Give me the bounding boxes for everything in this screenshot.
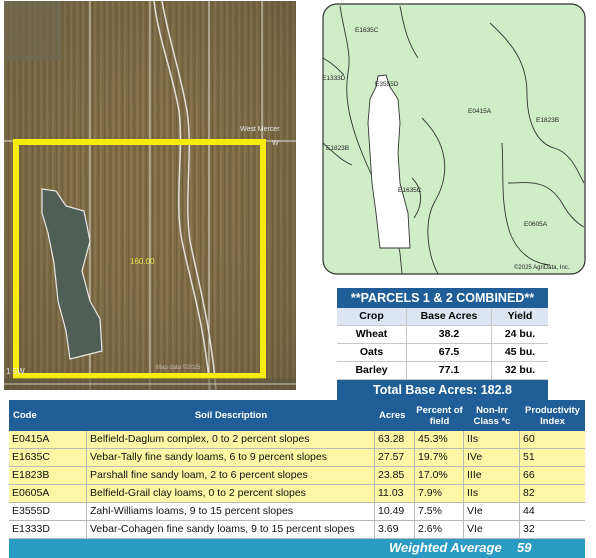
cell-code: E0605A xyxy=(9,485,87,502)
cell-class: IIs xyxy=(464,485,520,502)
cell-index: 32 xyxy=(523,523,535,535)
crop-table: **PARCELS 1 & 2 COMBINED** Crop Base Acr… xyxy=(337,288,548,400)
cell-description: Belfield-Daglum complex, 0 to 2 percent … xyxy=(87,431,375,448)
crop-cell: Wheat xyxy=(337,326,407,344)
table-row: E3555D Zahl-Williams loams, 9 to 15 perc… xyxy=(9,503,585,521)
crop-cell: 32 bu. xyxy=(492,362,548,380)
soil-label: E0415A xyxy=(468,108,492,115)
soil-map: E1635C E1333D E3555D E0415A E1823B E1823… xyxy=(322,3,586,275)
cell-acres: 23.85 xyxy=(375,467,415,484)
table-row: E1823B Parshall fine sandy loam, 2 to 6 … xyxy=(9,467,585,485)
cell-acres: 3.69 xyxy=(375,521,415,538)
cell-percent: 7.9% xyxy=(415,485,464,502)
total-base-acres: Total Base Acres: 182.8 xyxy=(337,380,548,400)
weighted-average-row: Weighted Average 59 xyxy=(9,539,585,558)
cell-percent: 7.5% xyxy=(415,503,464,520)
soil-table-header: Code Soil Description Acres Percent of f… xyxy=(9,400,585,431)
cell-class: IIs xyxy=(464,431,520,448)
crop-header-base-acres: Base Acres xyxy=(407,308,492,326)
table-row: E1635C Vebar-Tally fine sandy loams, 6 t… xyxy=(9,449,585,467)
cell-index: 82 xyxy=(523,487,535,499)
soil-label: E1333D xyxy=(322,75,346,82)
corner-label: 1 5W xyxy=(6,367,25,376)
crop-table-title: **PARCELS 1 & 2 COMBINED** xyxy=(337,288,548,308)
soil-table: Code Soil Description Acres Percent of f… xyxy=(9,400,585,558)
aerial-photo: West Mercer W 160.00 1 5W Map data ©2025 xyxy=(4,1,296,390)
cell-acres: 27.57 xyxy=(375,449,415,466)
soil-label: E1635C xyxy=(398,187,422,194)
acres-label: 160.00 xyxy=(130,257,155,266)
soil-label: E1635C xyxy=(355,27,379,34)
map-copyright: ©2025 AgriData, Inc. xyxy=(514,265,570,271)
cell-code: E1823B xyxy=(9,467,87,484)
cell-code: E0415A xyxy=(9,431,87,448)
cell-description: Parshall fine sandy loam, 2 to 6 percent… xyxy=(87,467,375,484)
cell-acres: 63.28 xyxy=(375,431,415,448)
soil-label: E1823B xyxy=(326,145,350,152)
cell-index: 44 xyxy=(523,505,535,517)
map-watermark: Map data ©2025 xyxy=(156,365,201,371)
aerial-image xyxy=(4,1,296,390)
cell-percent: 17.0% xyxy=(415,467,464,484)
cell-code: E1333D xyxy=(9,521,87,538)
header-code: Code xyxy=(13,410,37,421)
header-productivity-index: Productivity Index xyxy=(525,404,580,427)
cell-class: VIe xyxy=(464,503,520,520)
crop-cell: Barley xyxy=(337,362,407,380)
cell-description: Vebar-Tally fine sandy loams, 6 to 9 per… xyxy=(87,449,375,466)
cell-class: VIe xyxy=(464,521,520,538)
crop-cell: 45 bu. xyxy=(492,344,548,362)
header-non-irr-class: Non-Irr Class *c xyxy=(473,404,511,427)
cell-percent: 2.6% xyxy=(415,521,464,538)
cell-class: IVe xyxy=(464,449,520,466)
cell-class: IIIe xyxy=(464,467,520,484)
crop-header-yield: Yield xyxy=(492,308,548,326)
table-row: E0415A Belfield-Daglum complex, 0 to 2 p… xyxy=(9,431,585,449)
header-acres: Acres xyxy=(379,410,406,421)
cell-acres: 10.49 xyxy=(375,503,415,520)
table-row: E1333D Vebar-Cohagen fine sandy loams, 9… xyxy=(9,521,585,539)
header-soil-description: Soil Description xyxy=(194,410,268,421)
cell-percent: 19.7% xyxy=(415,449,464,466)
crop-cell: Oats xyxy=(337,344,407,362)
cell-description: Zahl-Williams loams, 9 to 15 percent slo… xyxy=(87,503,375,520)
crop-cell: 67.5 xyxy=(407,344,492,362)
soil-label: E3555D xyxy=(375,81,399,88)
crop-cell: 77.1 xyxy=(407,362,492,380)
crop-cell: 38.2 xyxy=(407,326,492,344)
crop-cell: 24 bu. xyxy=(492,326,548,344)
soil-label: E0605A xyxy=(524,221,548,228)
cell-index: 51 xyxy=(523,451,535,463)
cell-acres: 11.03 xyxy=(375,485,415,502)
cell-description: Vebar-Cohagen fine sandy loams, 9 to 15 … xyxy=(87,521,375,538)
road-label: West Mercer xyxy=(240,126,280,133)
cell-index: 66 xyxy=(523,469,535,481)
header-percent-of-field: Percent of field xyxy=(416,404,463,427)
cell-description: Belfield-Grail clay loams, 0 to 2 percen… xyxy=(87,485,375,502)
cell-percent: 45.3% xyxy=(415,431,464,448)
road-label-2: W xyxy=(272,140,279,147)
crop-header-crop: Crop xyxy=(337,308,407,326)
table-row: E0605A Belfield-Grail clay loams, 0 to 2… xyxy=(9,485,585,503)
soil-label: E1823B xyxy=(536,117,560,124)
cell-code: E1635C xyxy=(9,449,87,466)
cell-index: 60 xyxy=(523,433,535,445)
soil-map-drawing xyxy=(322,3,586,275)
cell-code: E3555D xyxy=(9,503,87,520)
